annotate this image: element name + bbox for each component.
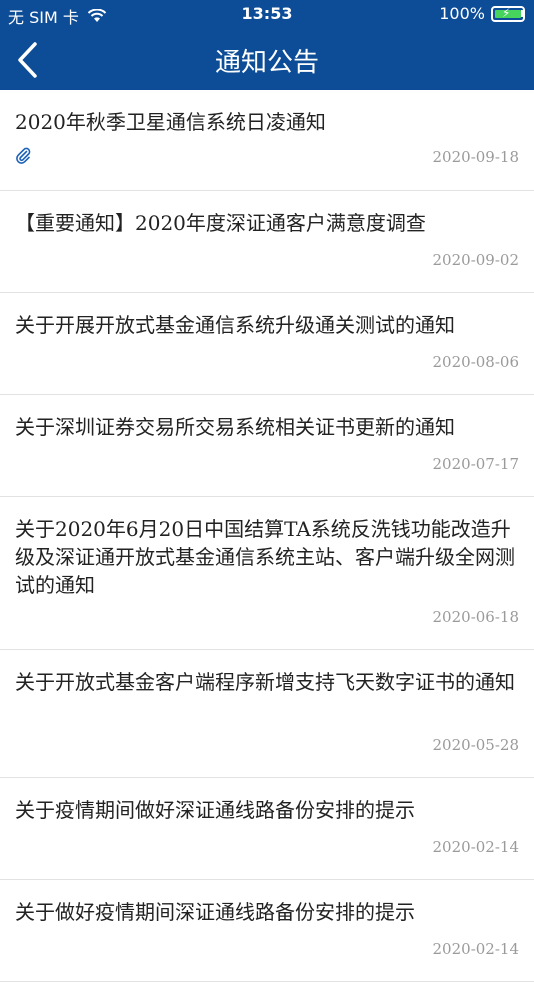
notice-item[interactable]: 关于做好疫情期间深证通线路备份安排的提示 2020-02-14 — [0, 880, 534, 982]
notice-title: 关于深圳证券交易所交易系统相关证书更新的通知 — [15, 415, 455, 439]
notice-item[interactable]: 关于开展开放式基金通信系统升级通关测试的通知 2020-08-06 — [0, 293, 534, 395]
paperclip-icon — [16, 147, 31, 164]
notice-date: 2020-09-18 — [432, 148, 519, 166]
notice-title: 关于开放式基金客户端程序新增支持飞天数字证书的通知 — [15, 670, 515, 694]
status-right: 100% ⚡ — [439, 4, 525, 23]
notice-item[interactable]: 【重要通知】2020年度深证通客户满意度调查 2020-09-02 — [0, 191, 534, 293]
notice-date: 2020-02-14 — [432, 838, 519, 856]
notice-list: 2020年秋季卫星通信系统日凌通知 2020-09-18 【重要通知】2020年度深… — [0, 90, 534, 982]
notice-item[interactable]: 2020年秋季卫星通信系统日凌通知 2020-09-18 — [0, 90, 534, 191]
notice-date: 2020-06-18 — [432, 608, 519, 626]
notice-title: 关于做好疫情期间深证通线路备份安排的提示 — [15, 900, 415, 924]
notice-item[interactable]: 关于疫情期间做好深证通线路备份安排的提示 2020-02-14 — [0, 778, 534, 880]
notice-title: 关于2020年6月20日中国结算TA系统反洗钱功能改造升级及深证通开放式基金通信… — [15, 517, 515, 597]
notice-title: 关于疫情期间做好深证通线路备份安排的提示 — [15, 798, 415, 822]
notice-item[interactable]: 关于2020年6月20日中国结算TA系统反洗钱功能改造升级及深证通开放式基金通信… — [0, 497, 534, 650]
notice-item[interactable]: 关于开放式基金客户端程序新增支持飞天数字证书的通知 2020-05-28 — [0, 650, 534, 778]
notice-date: 2020-02-14 — [432, 940, 519, 958]
battery-percent: 100% — [439, 4, 485, 23]
notice-date: 2020-09-02 — [432, 251, 519, 269]
notice-title: 关于开展开放式基金通信系统升级通关测试的通知 — [15, 313, 455, 337]
notice-date: 2020-07-17 — [432, 455, 519, 473]
notice-title: 【重要通知】2020年度深证通客户满意度调查 — [15, 211, 426, 235]
notice-item[interactable]: 关于深圳证券交易所交易系统相关证书更新的通知 2020-07-17 — [0, 395, 534, 497]
page-title: 通知公告 — [214, 48, 319, 78]
notice-date: 2020-05-28 — [432, 736, 519, 754]
notice-title: 2020年秋季卫星通信系统日凌通知 — [15, 110, 326, 134]
status-bar: 无 SIM 卡 13:53 100% ⚡ — [0, 0, 534, 30]
header: 无 SIM 卡 13:53 100% ⚡ 通知公告 — [0, 0, 534, 90]
battery-icon: ⚡ — [491, 5, 525, 22]
nav-bar: 通知公告 — [0, 30, 534, 90]
notice-date: 2020-08-06 — [432, 353, 519, 371]
